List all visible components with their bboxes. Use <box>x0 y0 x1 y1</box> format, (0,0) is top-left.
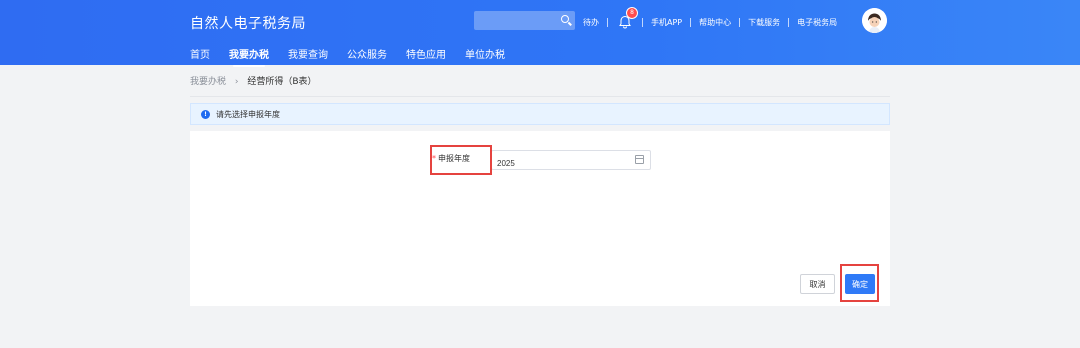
notice-text: 请先选择申报年度 <box>216 109 280 119</box>
todo-link[interactable]: 待办 <box>583 17 599 28</box>
search-box[interactable] <box>474 11 575 33</box>
nav-tax-handling[interactable]: 我要办税 <box>229 46 269 67</box>
form-panel: * 申报年度 <box>190 131 890 306</box>
chevron-right-icon: › <box>234 77 239 87</box>
help-center-link[interactable]: 帮助中心 <box>699 17 731 28</box>
avatar[interactable] <box>862 8 887 33</box>
top-utility-nav: 待办 8 手机APP 帮助中心 下载服务 电子税务局 <box>583 7 837 29</box>
notice-bar: ! 请先选择申报年度 <box>190 103 890 125</box>
nav-home[interactable]: 首页 <box>190 46 210 66</box>
nav-unit-tax[interactable]: 单位办税 <box>465 46 505 66</box>
cancel-button[interactable]: 取消 <box>800 274 835 294</box>
nav-public-service[interactable]: 公众服务 <box>347 46 387 66</box>
year-picker[interactable] <box>491 150 651 173</box>
main-nav: 首页 我要办税 我要查询 公众服务 特色应用 单位办税 <box>190 46 524 67</box>
divider <box>642 17 643 27</box>
search-input[interactable] <box>474 13 566 33</box>
bell-icon[interactable]: 8 <box>618 7 638 29</box>
highlight-box-year-label <box>430 145 492 175</box>
mobile-app-link[interactable]: 手机APP <box>651 17 682 28</box>
search-icon[interactable] <box>561 15 569 23</box>
nav-featured-apps[interactable]: 特色应用 <box>406 46 446 66</box>
breadcrumb-parent[interactable]: 我要办税 <box>190 77 226 87</box>
info-icon: ! <box>201 109 210 119</box>
notification-badge: 8 <box>626 7 638 19</box>
divider <box>739 17 741 27</box>
nav-query[interactable]: 我要查询 <box>288 46 328 66</box>
divider <box>690 17 692 27</box>
breadcrumb: 我要办税 › 经营所得（B表） <box>190 74 317 87</box>
divider <box>190 96 890 97</box>
calendar-icon[interactable] <box>635 155 644 164</box>
year-input[interactable] <box>492 154 632 173</box>
top-header: 自然人电子税务局 待办 8 手机APP 帮助中心 下载服务 电子税务局 首页 我… <box>0 0 1080 67</box>
highlight-box-confirm <box>840 264 879 302</box>
breadcrumb-current: 经营所得（B表） <box>247 77 317 87</box>
divider <box>788 17 790 27</box>
divider <box>607 17 608 27</box>
site-title[interactable]: 自然人电子税务局 <box>190 13 306 33</box>
download-link[interactable]: 下载服务 <box>748 17 780 28</box>
e-tax-bureau-link[interactable]: 电子税务局 <box>797 17 837 28</box>
